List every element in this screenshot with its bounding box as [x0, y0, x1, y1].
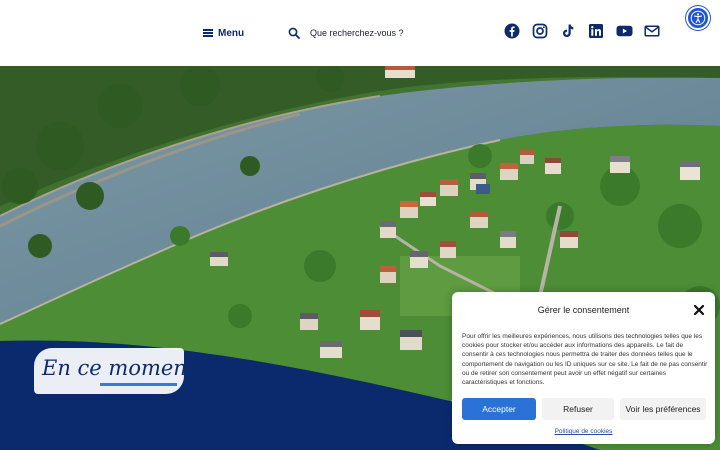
linkedin-icon[interactable]: [587, 22, 605, 40]
consent-body: Pour offrir les meilleures expériences, …: [462, 333, 708, 387]
site-header: Menu: [0, 0, 720, 66]
view-preferences-button[interactable]: Voir les préférences: [620, 398, 706, 420]
accept-button[interactable]: Accepter: [462, 398, 536, 420]
social-links: [503, 22, 661, 40]
headline-underline: [100, 383, 177, 386]
facebook-icon[interactable]: [503, 22, 521, 40]
instagram-icon[interactable]: [531, 22, 549, 40]
cookie-policy-link[interactable]: Politique de cookies: [452, 428, 715, 435]
search-input[interactable]: [310, 28, 450, 38]
youtube-icon[interactable]: [615, 22, 633, 40]
refuse-button[interactable]: Refuser: [542, 398, 614, 420]
menu-button[interactable]: Menu: [203, 24, 244, 42]
en-ce-moment-text: En ce moment: [42, 356, 196, 380]
accessibility-icon: [690, 10, 706, 26]
cookie-consent-dialog: Gérer le consentement Pour offrir les me…: [452, 292, 715, 444]
search-icon[interactable]: [288, 24, 300, 43]
mail-icon[interactable]: [643, 22, 661, 40]
hamburger-icon: [203, 29, 213, 37]
accessibility-button[interactable]: [686, 6, 710, 30]
en-ce-moment-label: En ce moment: [34, 348, 195, 394]
page: Menu Que recherchez-vous ? En ce moment …: [0, 0, 720, 450]
consent-title: Gérer le consentement: [537, 305, 630, 315]
close-icon[interactable]: [691, 302, 707, 318]
menu-label: Menu: [218, 27, 245, 39]
search-bar: [288, 23, 450, 43]
tiktok-icon[interactable]: [559, 22, 577, 40]
